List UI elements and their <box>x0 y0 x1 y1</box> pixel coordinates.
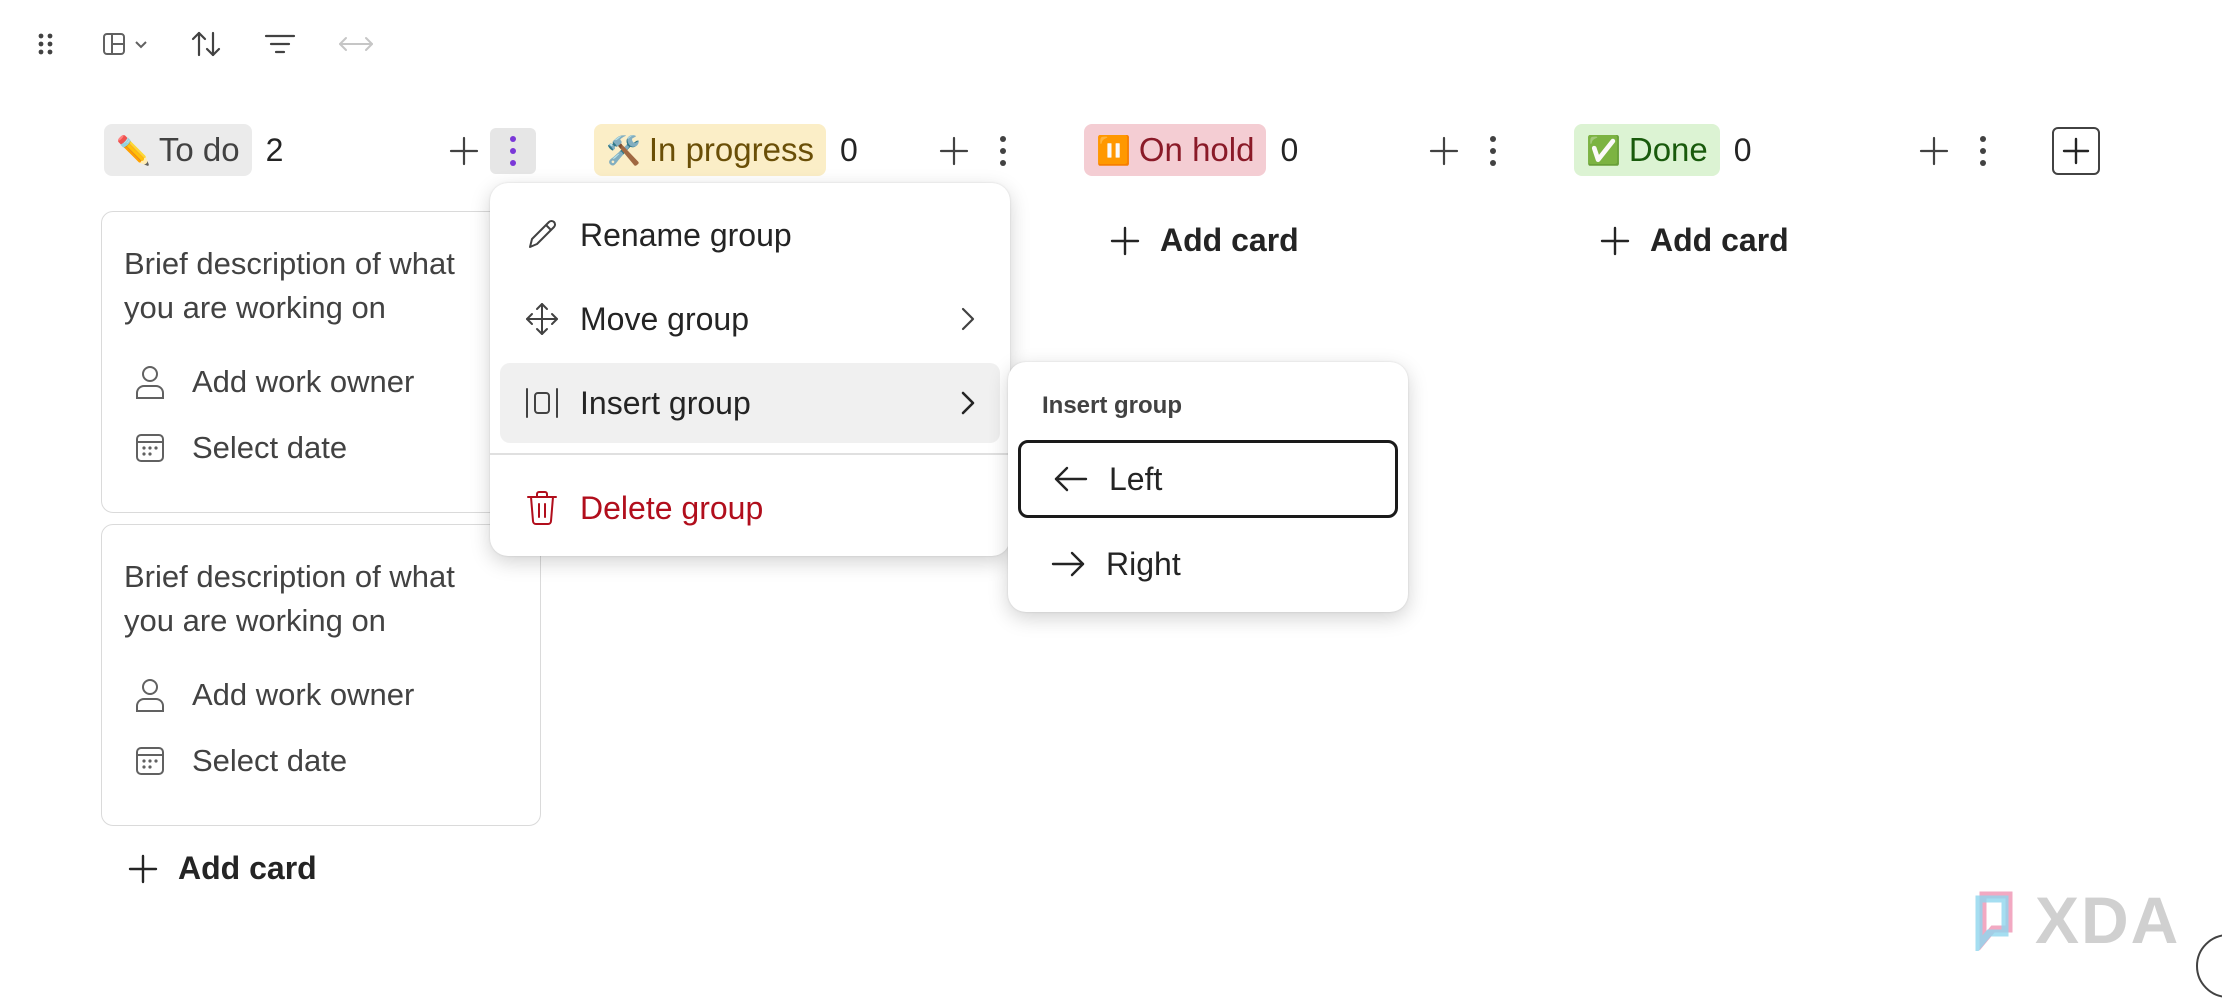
move-arrows-icon <box>520 301 564 337</box>
arrow-right-icon <box>1048 550 1088 578</box>
card-owner-row[interactable]: Add work owner <box>132 362 414 402</box>
calendar-icon <box>132 745 168 777</box>
add-card-label: Add card <box>178 850 317 886</box>
insert-column-icon <box>520 386 564 420</box>
submenu-title: Insert group <box>1042 392 1183 419</box>
check-emoji-icon: ✅ <box>1586 133 1621 167</box>
xda-watermark: XDA <box>1975 882 2180 958</box>
group-more-options-button[interactable] <box>1960 128 2006 174</box>
add-to-group-button[interactable] <box>1421 128 1467 174</box>
column-header-on-hold: ⏸️ On hold 0 <box>1084 124 1298 176</box>
person-icon <box>132 677 168 713</box>
card-owner-row[interactable]: Add work owner <box>132 675 414 715</box>
pause-emoji-icon: ⏸️ <box>1096 133 1131 167</box>
group-count: 0 <box>1280 131 1299 168</box>
group-label: On hold <box>1138 131 1255 168</box>
pencil-icon <box>520 218 564 252</box>
card-date-label: Select date <box>192 430 348 465</box>
menu-item-label: Delete group <box>580 489 764 526</box>
task-card[interactable]: Brief description of what you are workin… <box>101 524 541 826</box>
trash-icon <box>520 490 564 526</box>
group-more-options-button[interactable] <box>980 128 1026 174</box>
plus-icon <box>1600 226 1630 256</box>
task-card[interactable]: Brief description of what you are workin… <box>101 211 541 513</box>
plus-icon <box>128 854 158 884</box>
card-date-row[interactable]: Select date <box>132 741 347 781</box>
insert-group-submenu: Insert group Left Right <box>1008 362 1408 612</box>
group-more-options-button[interactable] <box>490 128 536 174</box>
card-date-label: Select date <box>192 743 348 778</box>
pencil-emoji-icon: ✏️ <box>116 133 151 167</box>
add-to-group-button[interactable] <box>931 128 977 174</box>
add-card-button-on-hold[interactable]: Add card <box>1110 222 1299 259</box>
view-layout-icon[interactable] <box>98 22 162 66</box>
add-card-label: Add card <box>1650 222 1789 258</box>
group-label: To do <box>158 131 240 168</box>
menu-item-label: Rename group <box>580 216 792 253</box>
add-card-button-todo[interactable]: Add card <box>128 850 317 887</box>
group-count: 0 <box>839 131 858 168</box>
insert-group-menu-item[interactable]: Insert group <box>500 363 1000 443</box>
add-group-button[interactable] <box>2052 127 2100 175</box>
card-description: Brief description of what you are workin… <box>124 246 455 325</box>
group-more-options-button[interactable] <box>1470 128 1516 174</box>
rename-group-menu-item[interactable]: Rename group <box>500 195 1000 275</box>
group-chip-on-hold[interactable]: ⏸️ On hold <box>1084 124 1267 176</box>
column-header-todo: ✏️ To do 2 <box>104 124 283 176</box>
card-owner-label: Add work owner <box>192 364 415 399</box>
menu-item-label: Left <box>1109 460 1163 497</box>
tools-emoji-icon: 🛠️ <box>606 133 641 167</box>
group-count: 0 <box>1733 131 1752 168</box>
expand-horizontal-icon[interactable] <box>334 22 378 66</box>
group-label: In progress <box>648 131 814 168</box>
add-card-label: Add card <box>1160 222 1299 258</box>
group-count: 2 <box>265 131 284 168</box>
group-chip-done[interactable]: ✅ Done <box>1574 124 1720 176</box>
menu-item-label: Insert group <box>580 384 751 421</box>
menu-item-label: Move group <box>580 300 749 337</box>
add-card-button-done[interactable]: Add card <box>1600 222 1789 259</box>
card-owner-label: Add work owner <box>192 677 415 712</box>
group-label: Done <box>1628 131 1708 168</box>
add-to-group-button[interactable] <box>1911 128 1957 174</box>
chevron-right-icon <box>960 279 976 359</box>
delete-group-menu-item[interactable]: Delete group <box>500 468 1000 548</box>
xda-logo-icon <box>1975 889 2031 951</box>
filter-icon[interactable] <box>258 22 302 66</box>
group-chip-todo[interactable]: ✏️ To do <box>104 124 252 176</box>
card-date-row[interactable]: Select date <box>132 428 347 468</box>
insert-right-menu-item[interactable]: Right <box>1018 525 1398 603</box>
menu-item-label: Right <box>1106 545 1181 582</box>
group-context-menu: Rename group Move group Insert group Del… <box>490 183 1010 556</box>
column-header-done: ✅ Done 0 <box>1574 124 1752 176</box>
plus-icon <box>1110 226 1140 256</box>
move-group-menu-item[interactable]: Move group <box>500 279 1000 359</box>
group-chip-in-progress[interactable]: 🛠️ In progress <box>594 124 826 176</box>
drag-handle-icon[interactable] <box>24 22 68 66</box>
column-header-in-progress: 🛠️ In progress 0 <box>594 124 858 176</box>
insert-left-menu-item[interactable]: Left <box>1018 440 1398 518</box>
sort-icon[interactable] <box>184 22 228 66</box>
menu-divider <box>490 453 1010 455</box>
arrow-left-icon <box>1051 465 1091 493</box>
card-description: Brief description of what you are workin… <box>124 559 455 638</box>
person-icon <box>132 364 168 400</box>
chevron-right-icon <box>960 363 976 443</box>
add-to-group-button[interactable] <box>441 128 487 174</box>
calendar-icon <box>132 432 168 464</box>
help-icon[interactable] <box>2196 934 2222 998</box>
watermark-text: XDA <box>2035 883 2181 957</box>
